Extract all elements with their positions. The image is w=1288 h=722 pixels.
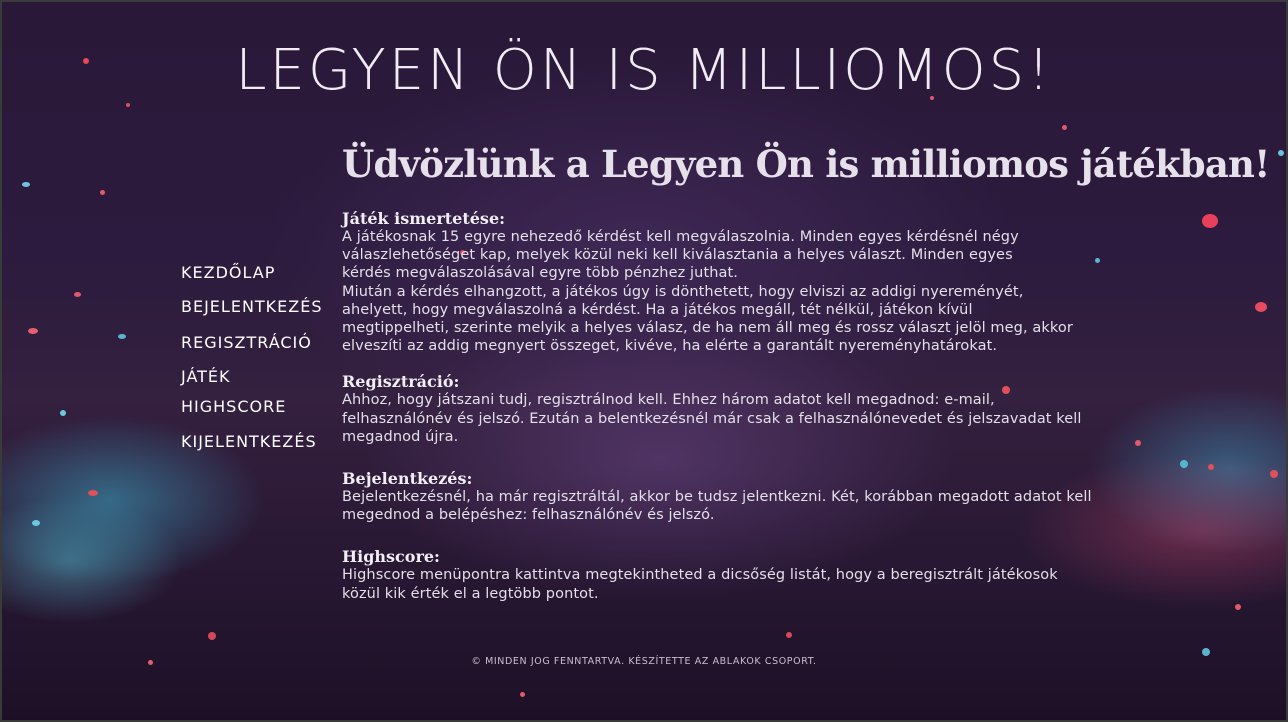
site-title: LEGYEN ÖN IS MILLIOMOS! bbox=[235, 38, 1053, 103]
section-heading: Highscore: bbox=[342, 547, 440, 567]
section-paragraph: Miután a kérdés elhangzott, a játékos úg… bbox=[342, 283, 1073, 355]
section-heading: Bejelentkezés: bbox=[342, 469, 473, 489]
nav-item-registration[interactable]: Regisztráció bbox=[181, 332, 331, 354]
section-game-description: Játék ismertetése: A játékosnak 15 egyre… bbox=[342, 210, 1102, 355]
section-highscore: Highscore: Highscore menüpontra kattintv… bbox=[342, 548, 1102, 602]
section-registration: Regisztráció: Ahhoz, hogy játszani tudj,… bbox=[342, 373, 1102, 446]
main-content: Üdvözlünk a Legyen Ön is milliomos játék… bbox=[342, 138, 1270, 621]
section-paragraph: Highscore menüpontra kattintva megtekint… bbox=[342, 567, 1058, 602]
nav-item-login[interactable]: Bejelentkezés bbox=[181, 296, 331, 318]
nav-item-game[interactable]: Játék bbox=[181, 366, 331, 388]
main-navigation: Kezdőlap Bejelentkezés Regisztráció Játé… bbox=[181, 262, 331, 453]
nav-item-logout[interactable]: Kijelentkezés bbox=[181, 431, 331, 453]
nav-item-home[interactable]: Kezdőlap bbox=[181, 262, 331, 284]
section-paragraph: A játékosnak 15 egyre nehezedő kérdést k… bbox=[342, 229, 1019, 282]
section-paragraph: Ahhoz, hogy játszani tudj, regisztrálnod… bbox=[342, 392, 1082, 445]
welcome-heading: Üdvözlünk a Legyen Ön is milliomos játék… bbox=[342, 142, 1270, 186]
footer-copyright: © Minden jog fenntartva. Készítette az A… bbox=[471, 656, 817, 667]
section-paragraph: Bejelentkezésnél, ha már regisztráltál, … bbox=[342, 489, 1092, 524]
section-heading: Játék ismertetése: bbox=[342, 209, 506, 228]
section-heading: Regisztráció: bbox=[342, 372, 460, 392]
section-login: Bejelentkezés: Bejelentkezésnél, ha már … bbox=[342, 470, 1102, 524]
nav-item-highscore[interactable]: Highscore bbox=[181, 396, 331, 418]
